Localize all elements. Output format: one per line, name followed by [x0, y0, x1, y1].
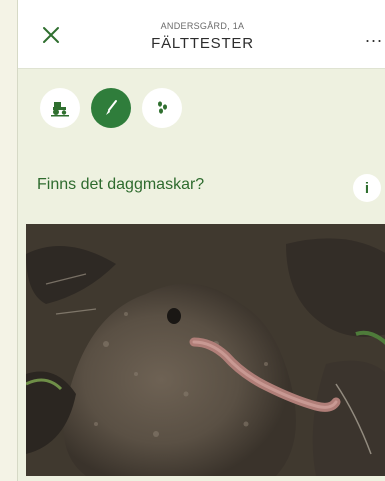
tool-seeds-button[interactable] [142, 88, 182, 128]
tool-selector [40, 88, 182, 128]
more-options-button[interactable]: ... [365, 26, 383, 47]
question-heading: Finns det daggmaskar? [37, 176, 205, 193]
page-title: FÄLTTESTER [151, 35, 254, 52]
farm-subtitle: ANDERSGÅRD, 1A [160, 21, 245, 31]
info-button[interactable]: i [353, 174, 381, 202]
app-screen: ANDERSGÅRD, 1A FÄLTTESTER ... Finns det … [18, 0, 385, 481]
tool-shovel-button[interactable] [91, 88, 131, 128]
seeds-icon [158, 101, 167, 114]
tractor-icon [51, 102, 69, 117]
earthworm-photo [26, 224, 385, 476]
shovel-icon [106, 100, 117, 115]
tool-tractor-button[interactable] [40, 88, 80, 128]
header-bar: ANDERSGÅRD, 1A FÄLTTESTER ... [18, 0, 385, 69]
